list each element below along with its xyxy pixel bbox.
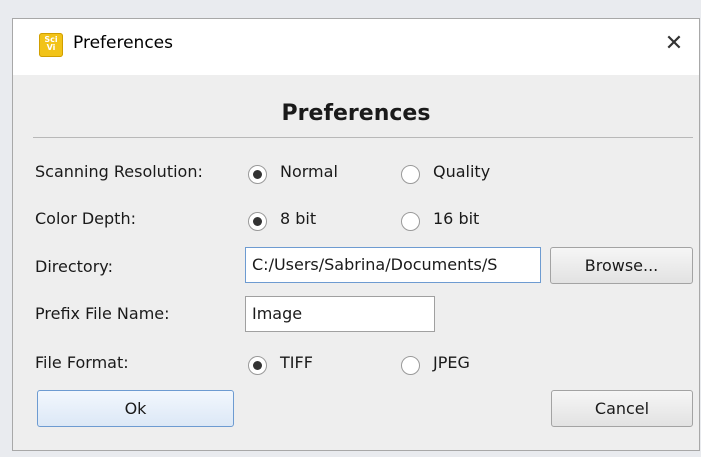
browse-button[interactable]: Browse... [550,247,693,284]
app-icon: Sci Vi [39,33,63,57]
file-format-label: File Format: [35,353,129,372]
radio-16bit[interactable] [401,212,420,231]
app-icon-text-bottom: Vi [46,43,56,52]
window-title: Preferences [73,33,173,53]
radio-16bit-label[interactable]: 16 bit [433,209,479,228]
radio-8bit-label[interactable]: 8 bit [280,209,316,228]
radio-8bit[interactable] [248,212,267,231]
color-depth-label: Color Depth: [35,209,136,228]
directory-input[interactable]: C:/Users/Sabrina/Documents/S [245,247,541,283]
dialog-heading: Preferences [281,101,431,126]
radio-quality-label[interactable]: Quality [433,162,490,181]
radio-normal[interactable] [248,165,267,184]
preferences-dialog: Sci Vi Preferences ✕ Preferences Scannin… [12,18,700,451]
radio-quality[interactable] [401,165,420,184]
close-icon[interactable]: ✕ [661,31,687,57]
scanning-resolution-label: Scanning Resolution: [35,162,203,181]
prefix-file-name-label: Prefix File Name: [35,304,170,323]
radio-normal-label[interactable]: Normal [280,162,338,181]
ok-button[interactable]: Ok [37,390,234,427]
radio-tiff-label[interactable]: TIFF [280,353,313,372]
radio-tiff[interactable] [248,356,267,375]
prefix-file-name-input[interactable]: Image [245,296,435,332]
directory-label: Directory: [35,257,113,276]
cancel-button[interactable]: Cancel [551,390,693,427]
title-bar: Sci Vi Preferences ✕ [13,19,699,75]
radio-jpeg[interactable] [401,356,420,375]
radio-jpeg-label[interactable]: JPEG [433,353,470,372]
heading-separator [33,137,693,138]
